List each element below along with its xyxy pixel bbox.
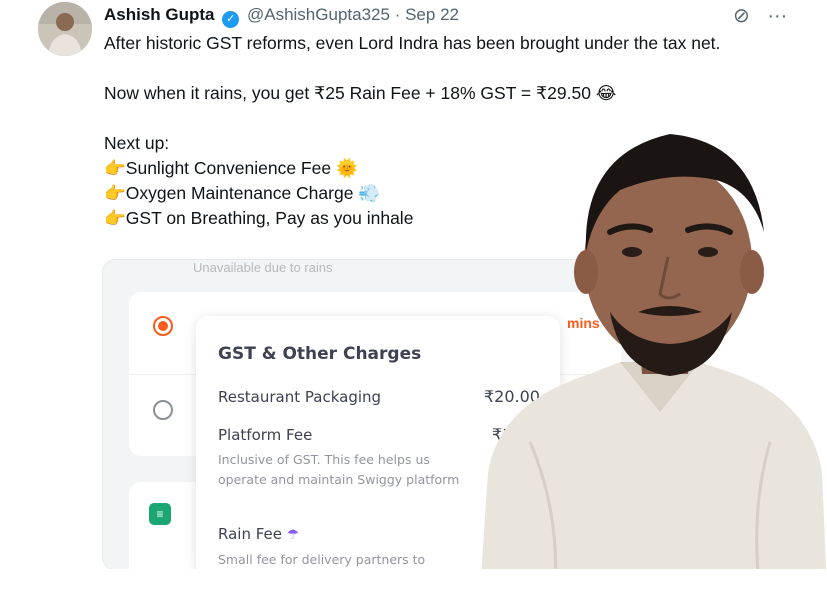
pointing-hand-icon: 👉 [104, 208, 126, 228]
radio-selected [153, 316, 173, 336]
list-item-text: Oxygen Maintenance Charge [125, 183, 354, 203]
author-name[interactable]: Ashish Gupta [104, 5, 215, 24]
unavailable-text: Unavailable due to rains [193, 260, 333, 275]
charge-label: Platform Fee [218, 426, 313, 444]
charge-label: Rain Fee [218, 525, 282, 543]
charge-label: Restaurant Packaging [218, 388, 382, 406]
avatar[interactable] [38, 2, 92, 56]
radio-unselected [153, 400, 173, 420]
list-item-text: Sunlight Convenience Fee [125, 158, 332, 178]
avatar-image [38, 2, 92, 56]
header-separator: · [394, 5, 401, 24]
pointing-hand-icon: 👉 [104, 183, 126, 203]
grok-icon[interactable]: ⊘ [733, 3, 750, 28]
platform-fee-description: Inclusive of GST. This fee helps us oper… [218, 452, 460, 487]
wind-emoji-icon: 💨 [358, 183, 381, 203]
laughing-emoji-icon: 😂 [595, 83, 617, 103]
tweet-date[interactable]: Sep 22 [405, 5, 459, 24]
tweet-line-2: Now when it rains, you get ₹25 Rain Fee … [104, 81, 804, 106]
header-actions: ⊘ ··· [733, 3, 799, 28]
tweet-line-2-text: Now when it rains, you get ₹25 Rain Fee … [104, 83, 591, 103]
pointing-hand-icon: 👉 [104, 158, 126, 178]
person-photo [480, 134, 827, 592]
popup-title: GST & Other Charges [218, 344, 422, 364]
bill-receipt-icon: ≡ [149, 503, 171, 525]
author-handle[interactable]: @AshishGupta325 [247, 5, 390, 24]
sun-emoji-icon: 🌞 [335, 158, 358, 178]
tweet-header: Ashish Gupta ✓ @AshishGupta325 · Sep 22 [104, 5, 459, 28]
rain-fee-row: Rain Fee ☂ [218, 525, 299, 543]
rain-cloud-icon: ☂ [286, 527, 300, 543]
list-item-text: GST on Breathing, Pay as you inhale [125, 208, 414, 228]
tweet-line-1: After historic GST reforms, even Lord In… [104, 33, 721, 53]
tweet: Ashish Gupta ✓ @AshishGupta325 · Sep 22 … [0, 0, 827, 592]
rain-fee-description: Small fee for delivery partners to [218, 552, 426, 567]
bottom-strip [0, 569, 827, 592]
verified-badge-icon: ✓ [222, 11, 240, 28]
more-options-icon[interactable]: ··· [767, 5, 787, 28]
